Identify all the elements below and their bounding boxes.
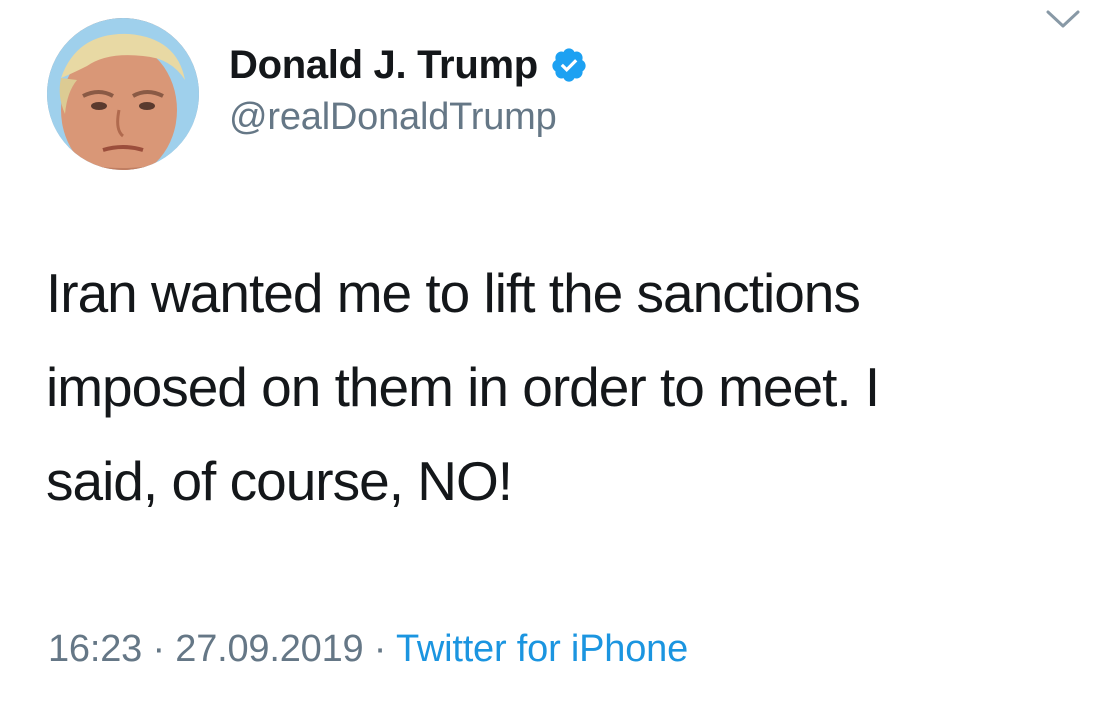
tweet-text: Iran wanted me to lift the sanctions imp…	[46, 262, 880, 512]
tweet-time[interactable]: 16:23	[48, 628, 142, 670]
meta-separator: ·	[363, 628, 396, 670]
author-handle[interactable]: @realDonaldTrump	[229, 96, 557, 139]
tweet-meta: 16:23 · 27.09.2019 · Twitter for iPhone	[48, 628, 688, 671]
tweet-card: Donald J. Trump @realDonaldTrump Iran wa…	[0, 0, 1093, 709]
tweet-source-link[interactable]: Twitter for iPhone	[396, 628, 688, 670]
avatar-photo-icon	[47, 18, 199, 170]
author-name[interactable]: Donald J. Trump	[229, 43, 538, 88]
author-name-row[interactable]: Donald J. Trump	[229, 40, 588, 90]
tweet-date[interactable]: 27.09.2019	[175, 628, 363, 670]
meta-separator: ·	[142, 628, 176, 670]
avatar[interactable]	[47, 18, 199, 170]
chevron-down-icon[interactable]	[1043, 4, 1083, 32]
verified-badge-icon	[552, 48, 586, 82]
